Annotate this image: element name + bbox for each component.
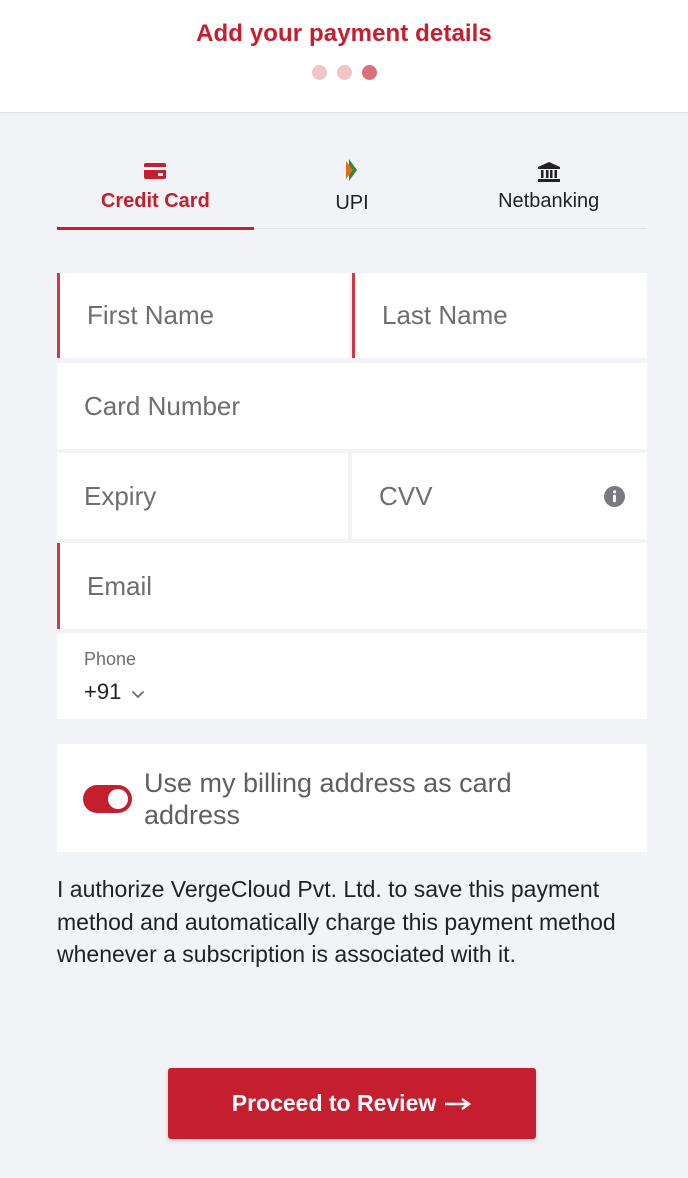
country-code-select[interactable]: +91	[84, 679, 145, 705]
tab-label: Credit Card	[100, 190, 210, 212]
phone-label: Phone	[84, 649, 137, 669]
tab-label: UPI	[335, 192, 369, 214]
last-name-placeholder: Last Name	[382, 300, 508, 330]
info-icon[interactable]	[604, 486, 625, 512]
payment-method-tabs: Credit Card UPI Netbanking	[57, 150, 647, 230]
phone-field[interactable]: Phone +91	[57, 633, 647, 719]
proceed-to-review-button[interactable]: Proceed to Review	[168, 1068, 536, 1139]
tab-netbanking[interactable]: Netbanking	[450, 150, 647, 228]
credit-card-icon	[143, 162, 167, 185]
card-number-placeholder: Card Number	[84, 390, 241, 421]
billing-address-label: Use my billing address as card address	[144, 768, 512, 830]
cvv-field[interactable]: CVV	[352, 453, 647, 539]
authorization-text: I authorize VergeCloud Pvt. Ltd. to save…	[57, 876, 616, 967]
billing-address-option: Use my billing address as card address	[57, 744, 647, 852]
email-field[interactable]: Email	[57, 543, 647, 629]
tab-label: Netbanking	[498, 190, 600, 212]
page-title: Add your payment details	[196, 20, 492, 47]
billing-address-toggle[interactable]	[83, 785, 132, 813]
first-name-field[interactable]: First Name	[57, 273, 349, 358]
last-name-field[interactable]: Last Name	[352, 273, 647, 358]
step-dot-1	[311, 65, 327, 80]
cvv-placeholder: CVV	[379, 480, 433, 511]
step-dot-2	[336, 65, 352, 80]
step-indicator	[0, 65, 688, 80]
expiry-field[interactable]: Expiry	[57, 453, 348, 539]
chevron-down-icon	[131, 679, 145, 705]
proceed-button-label: Proceed to Review	[231, 1090, 437, 1116]
expiry-placeholder: Expiry	[84, 480, 157, 511]
bank-icon	[537, 162, 560, 187]
tab-credit-card[interactable]: Credit Card	[57, 150, 254, 230]
step-dot-3	[361, 65, 377, 80]
first-name-placeholder: First Name	[87, 300, 215, 330]
tab-upi[interactable]: UPI	[254, 150, 451, 228]
card-number-field[interactable]: Card Number	[57, 363, 647, 449]
email-placeholder: Email	[87, 570, 153, 601]
country-code-value: +91	[84, 679, 122, 704]
toggle-knob	[108, 789, 128, 809]
page-header: Add your payment details	[0, 0, 688, 113]
upi-icon	[344, 158, 360, 187]
arrow-right-icon	[444, 1090, 472, 1117]
